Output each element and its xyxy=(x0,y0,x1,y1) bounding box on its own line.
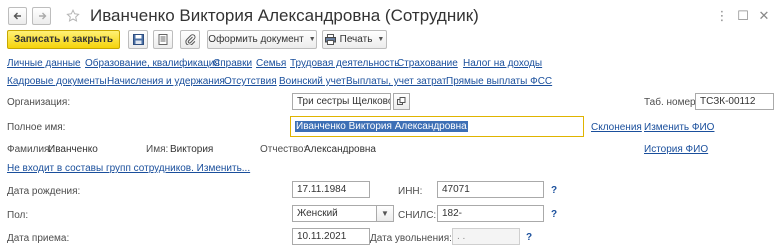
forward-button[interactable] xyxy=(32,7,51,25)
dismissal-date-label: Дата увольнения: xyxy=(370,233,452,244)
patronymic-label: Отчество: xyxy=(260,144,307,155)
link-certificates[interactable]: Справки xyxy=(213,58,252,69)
save-and-close-button[interactable]: Записать и закрыть xyxy=(7,30,120,49)
gender-dropdown-button[interactable]: ▼ xyxy=(377,205,394,222)
dismissal-date-field[interactable]: . . xyxy=(452,228,520,245)
gender-select[interactable]: Женский xyxy=(292,205,377,222)
link-military[interactable]: Воинский учет xyxy=(279,76,346,87)
link-payments[interactable]: Выплаты, учет затрат xyxy=(346,76,447,87)
name-label: Имя: xyxy=(146,144,169,155)
link-work-history[interactable]: Трудовая деятельность xyxy=(290,58,399,69)
chevron-down-icon: ▼ xyxy=(377,36,385,43)
arrow-right-icon xyxy=(38,12,46,20)
floppy-disk-icon xyxy=(132,34,144,45)
link-hr-documents[interactable]: Кадровые документы xyxy=(7,76,107,87)
print-dropdown[interactable]: Печать ▼ xyxy=(322,30,387,49)
link-family[interactable]: Семья xyxy=(256,58,286,69)
fullname-value: Иванченко Виктория Александровна xyxy=(295,121,468,132)
surname-label: Фамилия: xyxy=(7,144,53,155)
organization-label: Организация: xyxy=(7,97,71,108)
tab-number-field[interactable]: ТСЗК-00112 xyxy=(695,93,774,110)
birthdate-field[interactable]: 17.11.1984 xyxy=(292,181,370,198)
declensions-link[interactable]: Склонения xyxy=(591,122,642,133)
link-absences[interactable]: Отсутствия xyxy=(224,76,277,87)
report-button[interactable] xyxy=(153,30,173,49)
hire-date-label: Дата приема: xyxy=(7,233,70,244)
open-organization-button[interactable] xyxy=(393,93,410,110)
link-insurance[interactable]: Страхование xyxy=(397,58,458,69)
fullname-label: Полное имя: xyxy=(7,122,66,133)
fullname-field[interactable]: Иванченко Виктория Александровна xyxy=(290,116,584,137)
chevron-down-icon: ▼ xyxy=(381,209,389,218)
open-copy-icon xyxy=(397,97,406,105)
inn-label: ИНН: xyxy=(398,186,423,197)
link-icon[interactable]: ⋮ xyxy=(714,8,730,24)
link-income-tax[interactable]: Налог на доходы xyxy=(463,58,542,69)
link-fss-payments[interactable]: Прямые выплаты ФСС xyxy=(446,76,552,87)
chevron-down-icon: ▼ xyxy=(308,36,316,43)
link-accruals[interactable]: Начисления и удержания xyxy=(107,76,225,87)
snils-label: СНИЛС: xyxy=(398,210,437,221)
snils-field[interactable]: 182- xyxy=(437,205,544,222)
employee-groups-link[interactable]: Не входит в составы групп сотрудников. И… xyxy=(7,163,250,174)
save-button[interactable] xyxy=(128,30,148,49)
page-title: Иванченко Виктория Александровна (Сотруд… xyxy=(90,6,479,25)
link-education[interactable]: Образование, квалификация xyxy=(85,58,220,69)
tab-number-label: Таб. номер: xyxy=(644,97,699,108)
paperclip-icon xyxy=(184,34,195,45)
create-document-label: Оформить документ xyxy=(208,34,304,45)
maximize-icon[interactable]: ☐ xyxy=(735,8,751,24)
inn-help-icon[interactable]: ? xyxy=(551,185,557,196)
inn-field[interactable]: 47071 xyxy=(437,181,544,198)
print-label: Печать xyxy=(339,34,373,45)
surname-value: Иванченко xyxy=(48,144,98,155)
gender-label: Пол: xyxy=(7,210,29,221)
star-icon xyxy=(66,9,80,22)
snils-help-icon[interactable]: ? xyxy=(551,209,557,220)
organization-field[interactable]: Три сестры Щелково xyxy=(292,93,391,110)
birthdate-label: Дата рождения: xyxy=(7,186,81,197)
close-icon[interactable]: ✕ xyxy=(756,8,772,24)
dismissal-help-icon[interactable]: ? xyxy=(526,232,532,243)
favorite-button[interactable] xyxy=(64,7,82,25)
name-value: Виктория xyxy=(170,144,214,155)
hire-date-field[interactable]: 10.11.2021 xyxy=(292,228,370,245)
document-list-icon xyxy=(158,34,168,45)
attachment-button[interactable] xyxy=(180,30,200,49)
create-document-dropdown[interactable]: Оформить документ ▼ xyxy=(207,30,317,49)
link-personal-data[interactable]: Личные данные xyxy=(7,58,81,69)
printer-icon xyxy=(324,34,336,45)
patronymic-value: Александровна xyxy=(304,144,376,155)
arrow-left-icon xyxy=(13,12,21,20)
back-button[interactable] xyxy=(8,7,27,25)
history-fio-link[interactable]: История ФИО xyxy=(644,144,708,155)
change-fio-link[interactable]: Изменить ФИО xyxy=(644,122,714,133)
